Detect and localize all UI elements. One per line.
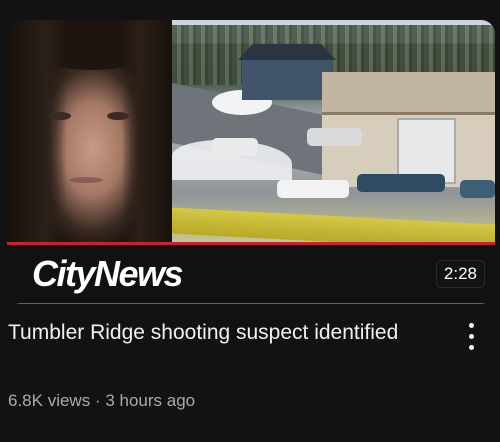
suspect-portrait-image: [7, 20, 172, 242]
citynews-logo: CityNews: [32, 253, 184, 294]
video-card: CityNews 2:28 Tumbler Ridge shooting sus…: [0, 0, 500, 442]
scene-image: [172, 20, 495, 242]
banner-stripe: [7, 303, 495, 304]
view-count: 6.8K views: [8, 391, 91, 410]
more-vertical-icon[interactable]: [458, 322, 486, 352]
video-meta: 6.8K views · 3 hours ago: [8, 391, 195, 411]
upload-age: 3 hours ago: [105, 391, 196, 410]
brand-banner: CityNews 2:28: [7, 242, 495, 304]
video-thumbnail[interactable]: CityNews 2:28: [7, 20, 495, 304]
video-title[interactable]: Tumbler Ridge shooting suspect identifie…: [8, 318, 438, 347]
duration-badge: 2:28: [435, 260, 485, 288]
meta-separator: ·: [94, 391, 101, 410]
